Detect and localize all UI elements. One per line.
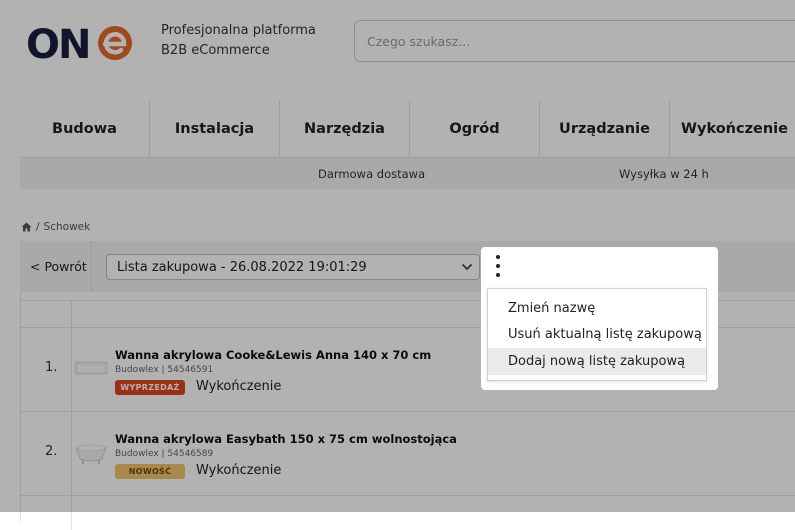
- more-options-icon[interactable]: [494, 255, 502, 277]
- menu-item-rename[interactable]: Zmień nazwę: [488, 295, 706, 322]
- page: ON Profesjonalna platforma B2B eCommerce…: [0, 0, 795, 530]
- menu-item-delete-list[interactable]: Usuń aktualną listę zakupową: [488, 322, 706, 349]
- list-actions-popup: Zmień nazwę Usuń aktualną listę zakupową…: [481, 247, 718, 390]
- list-actions-menu: Zmień nazwę Usuń aktualną listę zakupową…: [487, 288, 707, 381]
- menu-item-add-list[interactable]: Dodaj nową listę zakupową: [488, 348, 706, 375]
